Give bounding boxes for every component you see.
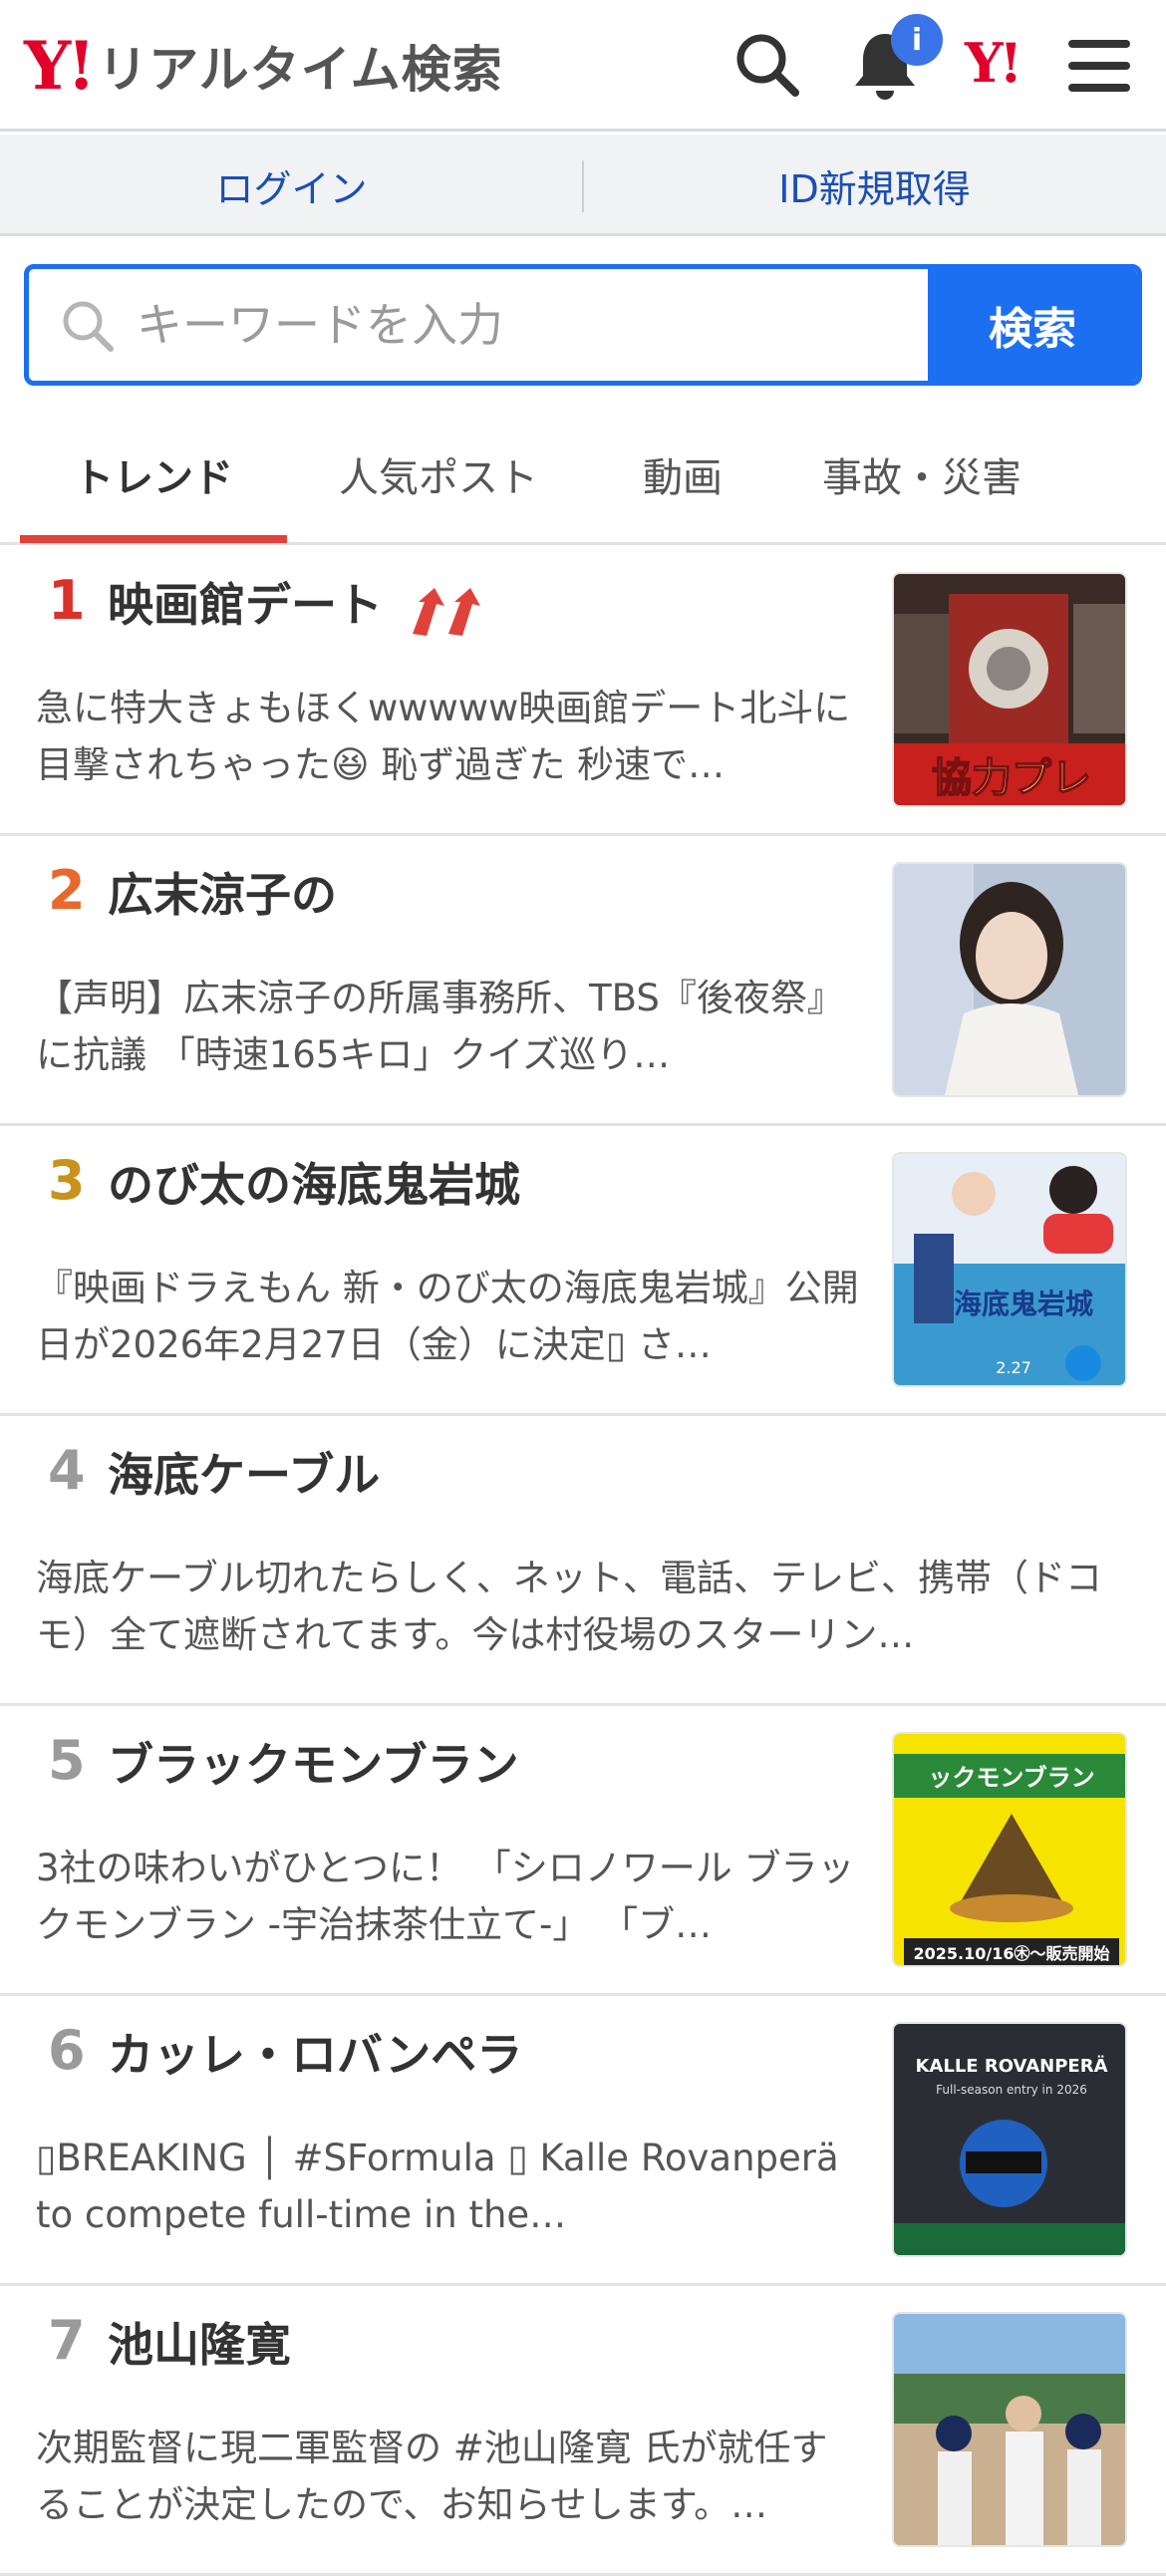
search-field-icon — [63, 301, 114, 352]
trend-thumbnail[interactable]: KALLE ROVANPERÄ Full-season entry in 202… — [892, 2022, 1127, 2257]
trend-item[interactable]: 6 カッレ・ロバンペラ ▯BREAKING │ #SFormula ▯ Kall… — [0, 1996, 1166, 2286]
trend-item[interactable]: 7 池山隆寛 次期監督に現二軍監督の #池山隆寛 氏が就任することが決定したので… — [0, 2286, 1166, 2576]
trend-item[interactable]: 1 映画館デート 急に特大きょもほくwwwww映画館デート北斗に目撃されちゃった… — [0, 546, 1166, 836]
trend-thumbnail[interactable]: 協力プレ — [892, 572, 1127, 807]
search-box: 検索 — [24, 264, 1142, 386]
yahoo-realtime-logo[interactable]: Y! リアルタイム検索 — [24, 28, 503, 104]
tab-accidents-disasters[interactable]: 事故・災害 — [787, 404, 1056, 545]
trend-thumbnail[interactable]: ックモンブラン 2025.10/16㊍～販売開始 — [892, 1732, 1127, 1967]
trend-snippet: 海底ケーブル切れたらしく、ネット、電話、テレビ、携帯（ドコモ）全て遮断されてます… — [36, 1557, 1103, 1656]
trend-title: カッレ・ロバンペラ — [108, 2028, 523, 2082]
thumbnail-caption: 海底鬼岩城 — [954, 1288, 1093, 1320]
search-button[interactable]: 検索 — [928, 269, 1137, 381]
category-tabs: トレンド 人気ポスト 動画 事故・災害 — [0, 404, 1166, 545]
trend-item[interactable]: 3 のび太の海底鬼岩城 『映画ドラえもん 新・のび太の海底鬼岩城』公開日が202… — [0, 1126, 1166, 1416]
trend-item[interactable]: 4 海底ケーブル 海底ケーブル切れたらしく、ネット、電話、テレビ、携帯（ドコモ）… — [0, 1416, 1166, 1706]
trend-rank: 1 — [48, 569, 86, 632]
trend-list: 1 映画館デート 急に特大きょもほくwwwww映画館デート北斗に目撃されちゃった… — [0, 546, 1166, 2576]
trend-snippet: 【声明】広末涼子の所属事務所、TBS『後夜祭』に抗議 「時速165キロ」クイズ巡… — [36, 977, 844, 1076]
thumbnail-date: 2025.10/16㊍～販売開始 — [914, 1944, 1110, 1963]
trend-title: ブラックモンブラン — [108, 1738, 519, 1792]
thumbnail-subcaption: Full-season entry in 2026 — [936, 2083, 1087, 2097]
app-header: Y! リアルタイム検索 i Y! — [0, 0, 1166, 132]
trend-rank: 5 — [48, 1729, 86, 1792]
active-tab-indicator — [20, 535, 287, 543]
search-input[interactable] — [137, 269, 944, 381]
signup-link[interactable]: ID新規取得 — [583, 135, 1166, 236]
search-icon[interactable] — [732, 30, 802, 100]
trend-rank: 2 — [48, 859, 86, 922]
trend-snippet: 『映画ドラえもん 新・のび太の海底鬼岩城』公開日が2026年2月27日（金）に決… — [36, 1267, 859, 1366]
thumbnail-date: 2.27 — [996, 1358, 1031, 1377]
tab-video[interactable]: 動画 — [588, 404, 777, 545]
hamburger-menu-icon[interactable] — [1064, 34, 1134, 98]
trend-rank: 3 — [48, 1149, 86, 1212]
trend-title: 池山隆寛 — [108, 2318, 291, 2372]
trend-title: 海底ケーブル — [108, 1448, 381, 1502]
trend-item[interactable]: 2 広末涼子の 【声明】広末涼子の所属事務所、TBS『後夜祭』に抗議 「時速16… — [0, 836, 1166, 1126]
tab-trend[interactable]: トレンド — [20, 404, 287, 545]
yahoo-logo-mark: Y! — [24, 27, 96, 105]
notification-badge: i — [891, 14, 943, 66]
trend-snippet: 3社の味わいがひとつに！ 「シロノワール ブラックモンブラン -宇治抹茶仕立て-… — [36, 1847, 855, 1946]
thumbnail-caption: KALLE ROVANPERÄ — [915, 2055, 1107, 2077]
trend-thumbnail[interactable] — [892, 862, 1127, 1097]
trend-title: のび太の海底鬼岩城 — [108, 1158, 520, 1212]
trend-rank: 7 — [48, 2309, 86, 2372]
logo-text: リアルタイム検索 — [98, 41, 503, 99]
login-link[interactable]: ログイン — [0, 135, 583, 236]
trend-snippet: 次期監督に現二軍監督の #池山隆寛 氏が就任することが決定したので、お知らせしま… — [36, 2427, 828, 2526]
trend-thumbnail[interactable]: 海底鬼岩城 2.27 — [892, 1152, 1127, 1387]
thumbnail-caption: ックモンブラン — [928, 1764, 1094, 1792]
trend-rank: 4 — [48, 1439, 86, 1502]
yahoo-japan-icon[interactable]: Y! — [965, 36, 1022, 90]
trend-title: 映画館デート — [108, 578, 383, 632]
trend-title: 広末涼子の — [108, 868, 337, 922]
login-bar: ログイン ID新規取得 — [0, 135, 1166, 236]
trend-snippet: ▯BREAKING │ #SFormula ▯ Kalle Rovanperä … — [36, 2137, 839, 2236]
thumbnail-caption: 協力プレ — [932, 755, 1091, 801]
rising-arrows-icon — [413, 588, 480, 636]
trend-item[interactable]: 5 ブラックモンブラン 3社の味わいがひとつに！ 「シロノワール ブラックモンブ… — [0, 1706, 1166, 1996]
trend-rank: 6 — [48, 2019, 86, 2082]
trend-snippet: 急に特大きょもほくwwwww映画館デート北斗に目撃されちゃった😆 恥ず過ぎた 秒… — [36, 687, 851, 786]
trend-thumbnail[interactable] — [892, 2312, 1127, 2547]
tab-popular-posts[interactable]: 人気ポスト — [299, 404, 578, 545]
